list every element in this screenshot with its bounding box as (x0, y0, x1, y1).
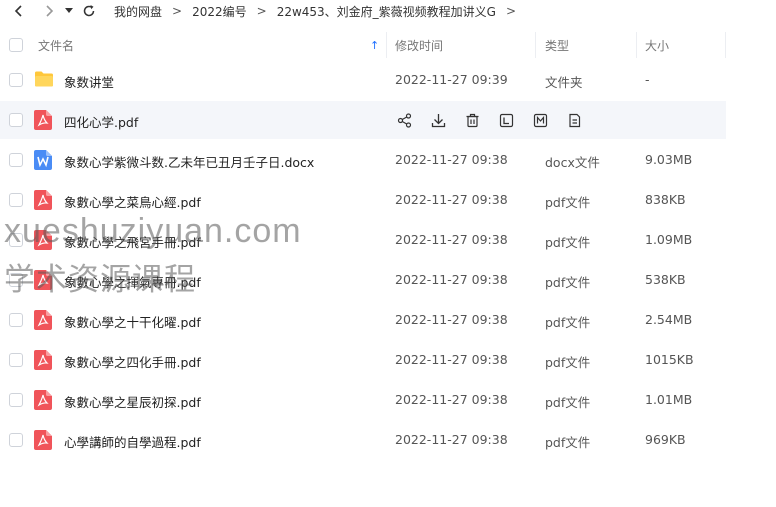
column-divider (636, 32, 637, 58)
breadcrumb-root[interactable]: 我的网盘 (114, 3, 162, 20)
file-row[interactable]: 四化心学.pdf (0, 101, 726, 139)
row-checkbox[interactable] (9, 193, 23, 207)
file-type: pdf文件 (545, 435, 591, 450)
breadcrumb: 我的网盘 > 2022编号 > 22w453、刘金府_紫薇视频教程加讲义G > (114, 3, 526, 20)
more-icon[interactable] (565, 111, 583, 129)
column-divider (725, 32, 726, 58)
file-name[interactable]: 象数讲堂 (64, 72, 114, 91)
row-checkbox[interactable] (9, 313, 23, 327)
file-date: 2022-11-27 09:38 (395, 192, 508, 207)
pdf-icon (34, 190, 52, 210)
file-row[interactable]: 心學講師的自學過程.pdf 2022-11-27 09:38 pdf文件 969KB (0, 421, 726, 459)
file-size: 969KB (645, 432, 686, 447)
row-checkbox[interactable] (9, 73, 23, 87)
select-all-checkbox[interactable] (9, 38, 23, 52)
word-icon (34, 150, 52, 170)
file-size: 1.09MB (645, 232, 693, 247)
file-row[interactable]: 象數心學之四化手冊.pdf 2022-11-27 09:38 pdf文件 1015KB (0, 341, 726, 379)
row-checkbox[interactable] (9, 353, 23, 367)
file-name[interactable]: 四化心学.pdf (64, 112, 138, 131)
file-type: pdf文件 (545, 315, 591, 330)
file-list-header: 文件名 ↑ 修改时间 类型 大小 (0, 28, 776, 62)
file-row[interactable]: 象数心学紫微斗数.乙未年已丑月壬子日.docx 2022-11-27 09:38 d… (0, 141, 726, 179)
row-actions (395, 111, 599, 129)
file-type: docx文件 (545, 155, 600, 170)
file-date: 2022-11-27 09:38 (395, 272, 508, 287)
file-size: - (645, 72, 650, 87)
column-divider (386, 32, 387, 58)
file-name[interactable]: 象數心學之十干化曜.pdf (64, 312, 201, 331)
navigation-bar: 我的网盘 > 2022编号 > 22w453、刘金府_紫薇视频教程加讲义G > (0, 0, 776, 22)
row-checkbox[interactable] (9, 153, 23, 167)
back-button[interactable] (8, 0, 30, 22)
row-checkbox[interactable] (9, 433, 23, 447)
file-name[interactable]: 心學講師的自學過程.pdf (64, 432, 201, 451)
pdf-icon (34, 390, 52, 410)
move-icon[interactable] (531, 111, 549, 129)
file-date: 2022-11-27 09:38 (395, 232, 508, 247)
column-header-type[interactable]: 类型 (545, 37, 569, 54)
row-checkbox[interactable] (9, 393, 23, 407)
file-type: pdf文件 (545, 395, 591, 410)
column-divider (535, 32, 536, 58)
file-date: 2022-11-27 09:38 (395, 312, 508, 327)
column-header-name[interactable]: 文件名 (38, 37, 74, 54)
breadcrumb-separator: > (172, 4, 183, 18)
breadcrumb-folder[interactable]: 2022编号 (192, 3, 247, 20)
refresh-icon (83, 5, 95, 17)
file-row[interactable]: 象数讲堂 2022-11-27 09:39 文件夹 - (0, 61, 726, 99)
file-name[interactable]: 象数心学紫微斗数.乙未年已丑月壬子日.docx (64, 152, 314, 171)
column-header-size[interactable]: 大小 (645, 37, 669, 54)
watermark-text: 学术资源课程 (4, 262, 196, 298)
file-date: 2022-11-27 09:38 (395, 352, 508, 367)
file-size: 9.03MB (645, 152, 693, 167)
file-size: 1015KB (645, 352, 694, 367)
chevron-left-icon (14, 5, 22, 17)
breadcrumb-separator: > (256, 4, 267, 18)
share-icon[interactable] (395, 111, 413, 129)
breadcrumb-current[interactable]: 22w453、刘金府_紫薇视频教程加讲义G (277, 3, 496, 20)
row-checkbox[interactable] (9, 113, 23, 127)
file-date: 2022-11-27 09:39 (395, 72, 508, 87)
file-row[interactable]: 象數心學之星辰初探.pdf 2022-11-27 09:38 pdf文件 1.01MB (0, 381, 726, 419)
caret-down-icon (65, 8, 73, 13)
chevron-right-icon (46, 5, 54, 17)
column-header-date[interactable]: 修改时间 (395, 37, 443, 54)
pdf-icon (34, 110, 52, 130)
file-type: pdf文件 (545, 195, 591, 210)
delete-icon[interactable] (463, 111, 481, 129)
folder-icon (34, 70, 53, 90)
rename-icon[interactable] (497, 111, 515, 129)
sort-ascending-icon[interactable]: ↑ (370, 39, 379, 52)
file-size: 538KB (645, 272, 686, 287)
download-icon[interactable] (429, 111, 447, 129)
breadcrumb-separator: > (505, 4, 517, 18)
file-name[interactable]: 象數心學之菜鳥心經.pdf (64, 192, 201, 211)
refresh-button[interactable] (78, 0, 100, 22)
watermark-url: xueshuziyuan.com (4, 212, 302, 250)
file-size: 838KB (645, 192, 686, 207)
forward-button[interactable] (38, 0, 60, 22)
file-row[interactable]: 象數心學之十干化曜.pdf 2022-11-27 09:38 pdf文件 2.54MB (0, 301, 726, 339)
file-date: 2022-11-27 09:38 (395, 432, 508, 447)
file-size: 1.01MB (645, 392, 693, 407)
file-type: pdf文件 (545, 235, 591, 250)
pdf-icon (34, 430, 52, 450)
file-date: 2022-11-27 09:38 (395, 392, 508, 407)
file-type: pdf文件 (545, 275, 591, 290)
file-name[interactable]: 象數心學之星辰初探.pdf (64, 392, 201, 411)
file-type: 文件夹 (545, 75, 583, 90)
file-type: pdf文件 (545, 355, 591, 370)
file-size: 2.54MB (645, 312, 693, 327)
file-date: 2022-11-27 09:38 (395, 152, 508, 167)
file-name[interactable]: 象數心學之四化手冊.pdf (64, 352, 201, 371)
history-dropdown[interactable] (62, 0, 76, 22)
pdf-icon (34, 350, 52, 370)
pdf-icon (34, 310, 52, 330)
